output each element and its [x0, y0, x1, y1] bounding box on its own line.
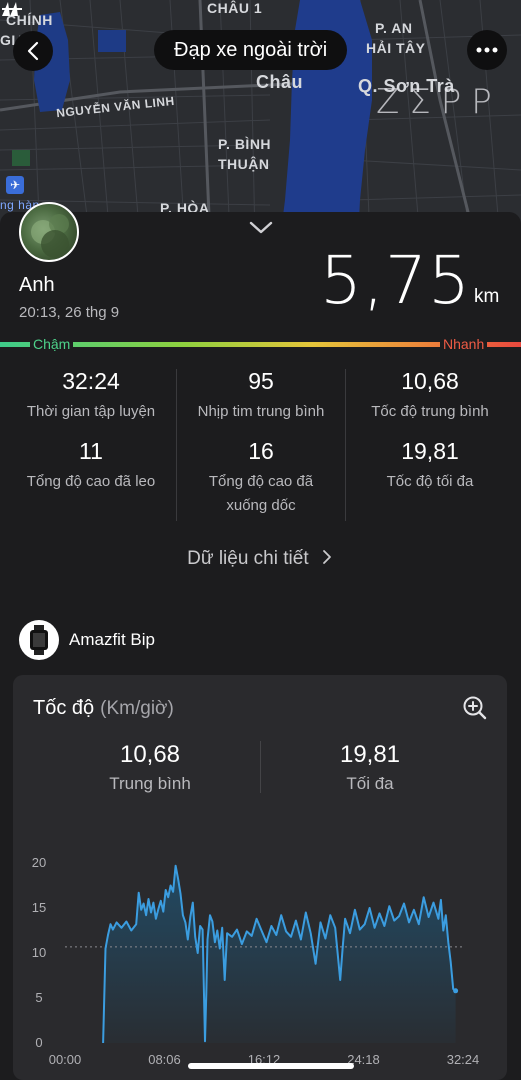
distance-value: 5,75	[320, 242, 471, 319]
stat-avg-speed: 10,68 Tốc độ trung bình	[349, 368, 511, 424]
speed-area	[103, 865, 456, 1043]
stats-divider	[345, 369, 346, 521]
route-start-icon	[2, 2, 22, 16]
watch-icon	[19, 620, 59, 660]
distance-unit: km	[474, 286, 500, 307]
avatar[interactable]	[19, 202, 79, 262]
stat-label: Tốc độ trung bình	[371, 403, 489, 420]
home-indicator	[188, 1063, 354, 1069]
chevron-down-icon[interactable]	[248, 220, 274, 236]
device-row: Amazfit Bip	[19, 620, 155, 660]
slow-label: Chậm	[30, 336, 74, 352]
stat-label: Tổng độ cao đã leo	[26, 473, 156, 490]
chevron-left-icon	[27, 41, 39, 61]
y-tick-label: 5	[35, 990, 42, 1005]
stat-value: 11	[79, 438, 103, 464]
stat-label: Thời gian tập luyện	[26, 403, 156, 420]
speed-card: Tốc độ (Km/giờ) 10,68 Trung bình 19,81 Tố…	[13, 675, 507, 1080]
speed-card-divider	[260, 741, 261, 793]
detailed-data-link[interactable]: Dữ liệu chi tiết	[0, 548, 521, 570]
detailed-data-label: Dữ liệu chi tiết	[187, 548, 309, 569]
stat-label: Tổng độ cao đã xuống dốc	[208, 473, 314, 514]
y-tick-label: 10	[32, 945, 46, 960]
back-button[interactable]	[13, 31, 53, 71]
map-label-hai-tay: HẢI TÂY	[366, 40, 426, 56]
y-tick-label: 15	[32, 900, 46, 915]
stat-value: 19,81	[401, 438, 459, 464]
stat-total-ascent: 11 Tổng độ cao đã leo	[10, 438, 172, 494]
speed-average-value: 10,68	[119, 741, 181, 768]
map-label-p-an: P. AN	[375, 20, 413, 36]
stat-label: Tốc độ tối đa	[386, 473, 474, 490]
map-label-chau1: CHÂU 1	[207, 0, 263, 16]
speed-average: 10,68 Trung bình	[50, 741, 250, 794]
speed-max-label: Tối đa	[346, 774, 394, 793]
more-dots-icon	[476, 47, 498, 53]
stat-value: 95	[248, 368, 274, 394]
speed-chart[interactable]: 0510152000:00 08:06 16:12 24:18 32:24	[13, 815, 507, 1080]
speed-card-title-text: Tốc độ	[33, 697, 95, 719]
speed-max-value: 19,81	[339, 741, 401, 768]
stat-max-speed: 19,81 Tốc độ tối đa	[349, 438, 511, 494]
zoom-in-icon[interactable]	[462, 695, 488, 721]
y-tick-label: 0	[35, 1035, 42, 1050]
stat-value: 16	[248, 438, 274, 464]
stats-divider	[176, 369, 177, 521]
workout-summary-sheet: Anh 20:13, 26 thg 9 5,75 km Chậm Nhanh 3…	[0, 202, 521, 1080]
zepp-watermark: ZΣPP	[376, 82, 502, 122]
speed-average-label: Trung bình	[109, 774, 191, 793]
airport-icon: ✈	[6, 176, 24, 194]
device-name: Amazfit Bip	[69, 630, 155, 649]
speed-card-title: Tốc độ (Km/giờ)	[33, 697, 174, 720]
fast-label: Nhanh	[440, 336, 488, 352]
x-tick-label: 08:06	[148, 1052, 181, 1067]
stat-value: 32:24	[62, 368, 120, 394]
y-tick-label: 20	[32, 855, 46, 870]
avatar-image	[31, 214, 69, 258]
speed-end-point	[453, 988, 459, 994]
stat-workout-time: 32:24 Thời gian tập luyện	[10, 368, 172, 424]
stat-total-descent: 16 Tổng độ cao đã xuống dốc	[188, 438, 334, 518]
speed-max: 19,81 Tối đa	[270, 741, 470, 794]
user-name: Anh	[19, 274, 55, 296]
speed-card-unit: (Km/giờ)	[100, 698, 174, 719]
x-tick-label: 00:00	[49, 1052, 82, 1067]
map-label-chau: Châu	[256, 72, 303, 92]
x-tick-label: 32:24	[447, 1052, 480, 1067]
stat-value: 10,68	[401, 368, 459, 394]
chevron-right-icon	[322, 550, 331, 564]
map-label-p-binh: P. BÌNH	[218, 136, 272, 152]
more-button[interactable]	[467, 30, 507, 70]
workout-datetime: 20:13, 26 thg 9	[19, 304, 120, 321]
workout-title: Đạp xe ngoài trời	[154, 30, 348, 70]
stat-avg-heart-rate: 95 Nhịp tim trung bình	[180, 368, 342, 424]
stat-label: Nhịp tim trung bình	[197, 403, 325, 420]
map-label-thuan: THUẬN	[218, 156, 270, 172]
